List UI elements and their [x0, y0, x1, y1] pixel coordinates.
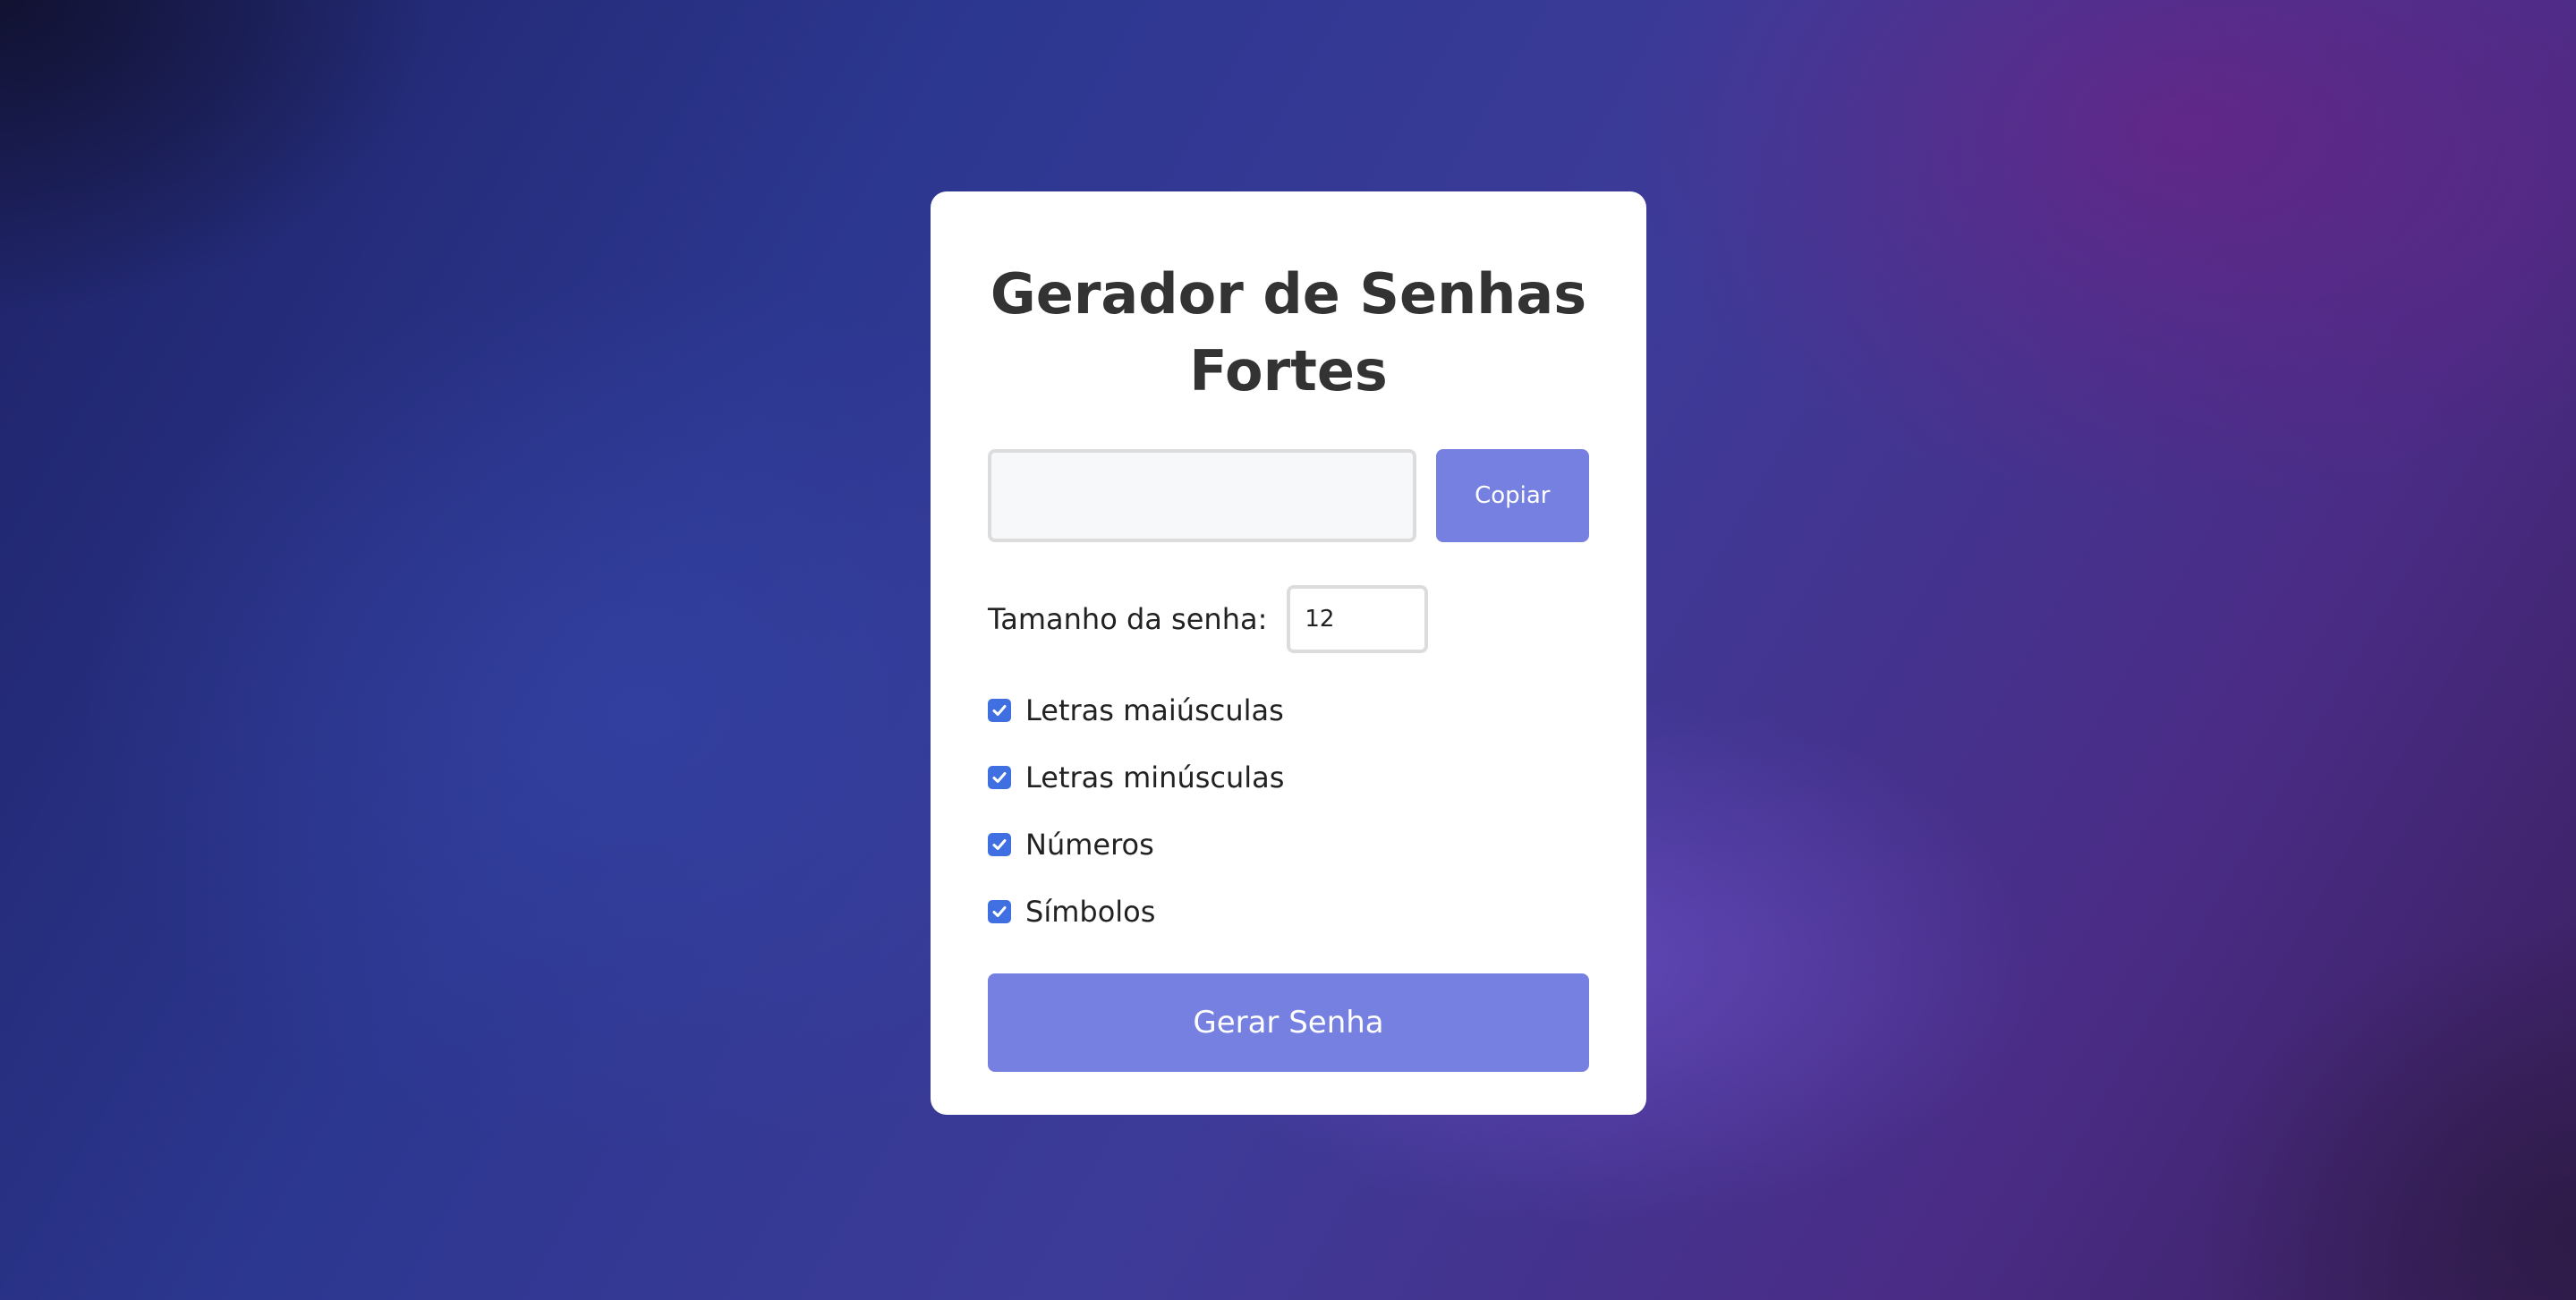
uppercase-checkbox[interactable]	[988, 698, 1011, 722]
option-uppercase[interactable]: Letras maiúsculas	[988, 676, 1589, 743]
length-label: Tamanho da senha:	[988, 602, 1268, 636]
password-output-row: Copiar	[988, 449, 1589, 542]
length-row: Tamanho da senha:	[988, 585, 1589, 653]
numbers-label: Números	[1025, 827, 1154, 862]
page-title: Gerador de Senhas Fortes	[990, 261, 1587, 404]
options-list: Letras maiúsculas Letras minúsculas Núme…	[988, 676, 1589, 945]
symbols-checkbox[interactable]	[988, 899, 1011, 923]
length-input[interactable]	[1287, 585, 1429, 653]
checkmark-icon	[992, 704, 1007, 716]
lowercase-label: Letras minúsculas	[1025, 760, 1285, 794]
password-generator-card: Gerador de Senhas Fortes Copiar Tamanho …	[931, 191, 1646, 1115]
checkmark-icon	[992, 905, 1007, 917]
copy-button[interactable]: Copiar	[1435, 449, 1589, 542]
numbers-checkbox[interactable]	[988, 832, 1011, 856]
option-symbols[interactable]: Símbolos	[988, 878, 1589, 945]
password-output-field[interactable]	[988, 449, 1416, 542]
symbols-label: Símbolos	[1025, 894, 1156, 929]
option-numbers[interactable]: Números	[988, 811, 1589, 878]
checkmark-icon	[992, 771, 1007, 783]
option-lowercase[interactable]: Letras minúsculas	[988, 743, 1589, 811]
checkmark-icon	[992, 838, 1007, 850]
generate-password-button[interactable]: Gerar Senha	[988, 973, 1589, 1072]
uppercase-label: Letras maiúsculas	[1025, 692, 1284, 727]
lowercase-checkbox[interactable]	[988, 765, 1011, 789]
